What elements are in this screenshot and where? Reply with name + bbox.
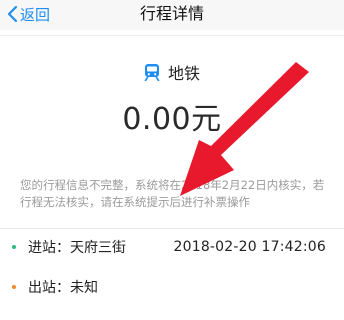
entry-row: 进站：天府三街 2018-02-20 17:42:06 [0,235,344,259]
section-divider [0,228,344,229]
nav-bar: 返回 行程详情 [0,0,344,30]
metro-icon [144,64,160,81]
red-arrow-annotation [180,62,309,196]
trip-detail-page: 返回 行程详情 地铁 0.00元 您的行程信息不完整，系统将在2018年2月22… [0,0,344,320]
transport-type: 地铁 [0,60,344,84]
entry-time: 2018-02-20 17:42:06 [173,239,326,255]
incomplete-trip-notice: 您的行程信息不完整，系统将在2018年2月22日内核实，若行程无法核实，请在系统… [20,178,325,209]
nav-divider [0,35,344,36]
fare-amount: 0.00元 [122,102,222,137]
exit-station: 出站：未知 [28,280,98,296]
transport-label: 地铁 [167,64,200,83]
exit-row: 出站：未知 [0,275,344,299]
page-title: 行程详情 [139,4,204,23]
exit-dot-icon [12,285,16,289]
entry-station: 进站：天府三街 [28,240,126,256]
entry-dot-icon [12,245,16,249]
